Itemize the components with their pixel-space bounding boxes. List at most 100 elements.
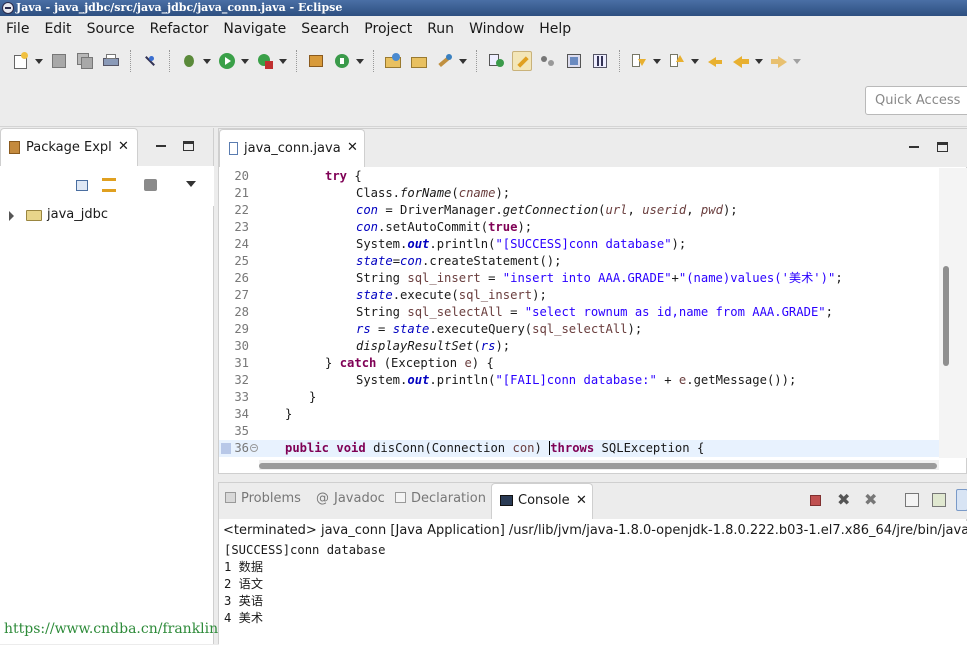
open-type-icon[interactable]	[383, 51, 403, 71]
collapse-all-icon[interactable]	[76, 180, 88, 191]
toggle-ant-mark-icon[interactable]	[486, 51, 506, 71]
minimize-icon[interactable]	[909, 146, 919, 148]
remove-all-terminated-icon[interactable]: ✖	[864, 492, 878, 508]
tab-declaration[interactable]: Declaration	[395, 491, 486, 506]
tab-java-conn[interactable]: java_conn.java ✕	[219, 129, 365, 167]
back-icon[interactable]	[731, 51, 751, 71]
console-line: 4 美术	[224, 611, 264, 625]
editor-horizontal-scrollbar[interactable]	[259, 460, 939, 470]
console-line: [SUCCESS]conn database	[224, 543, 386, 557]
maximize-icon[interactable]	[183, 141, 194, 151]
previous-annotation-icon[interactable]	[667, 51, 687, 71]
last-edit-location-icon[interactable]	[705, 51, 725, 71]
external-tools-icon[interactable]	[255, 51, 275, 71]
code-line: 24 System.out.println("[SUCCESS]conn data…	[234, 237, 687, 251]
debug-icon[interactable]	[179, 51, 199, 71]
code-line: 35	[234, 424, 249, 438]
code-line: 28 String sql_selectAll = "select rownum …	[234, 305, 833, 319]
menu-navigate[interactable]: Navigate	[223, 21, 286, 37]
code-line: 21 Class.forName(cname);	[234, 186, 511, 200]
run-dropdown-icon[interactable]	[240, 51, 250, 71]
save-all-icon[interactable]	[75, 51, 95, 71]
maximize-icon[interactable]	[937, 142, 948, 152]
link-with-editor-icon[interactable]	[102, 178, 116, 192]
editor-tab-row: java_conn.java ✕	[219, 129, 967, 167]
new-class-dropdown-icon[interactable]	[355, 51, 365, 71]
tab-javadoc[interactable]: @ Javadoc	[316, 491, 385, 506]
debug-dropdown-icon[interactable]	[202, 51, 212, 71]
code-line: 33}	[234, 390, 317, 404]
editor-vertical-scrollbar[interactable]	[939, 168, 967, 458]
new-java-class-icon[interactable]	[332, 51, 352, 71]
tab-problems[interactable]: Problems	[225, 491, 301, 506]
view-menu-icon[interactable]	[186, 181, 196, 187]
code-editor[interactable]: 20 try { 21 Class.forName(cname); 22 con = …	[219, 168, 939, 458]
skip-breakpoints-icon[interactable]	[140, 51, 160, 71]
next-annotation-dropdown-icon[interactable]	[652, 51, 662, 71]
search-dropdown-icon[interactable]	[458, 51, 468, 71]
console-terminated-label: <terminated> java_conn [Java Application…	[223, 523, 967, 538]
block-selection-icon[interactable]	[564, 51, 584, 71]
at-icon: @	[316, 491, 329, 506]
close-icon[interactable]: ✕	[576, 493, 587, 508]
close-icon[interactable]: ✕	[347, 140, 358, 155]
pin-console-icon[interactable]	[956, 489, 967, 511]
toolbar-separator	[296, 50, 297, 72]
main-toolbar	[0, 44, 967, 78]
menu-run[interactable]: Run	[427, 21, 454, 37]
close-icon[interactable]: ✕	[118, 139, 129, 154]
run-icon[interactable]	[217, 51, 237, 71]
save-icon[interactable]	[49, 51, 69, 71]
tab-console[interactable]: Console ✕	[491, 483, 593, 519]
external-tools-dropdown-icon[interactable]	[278, 51, 288, 71]
menu-edit[interactable]: Edit	[44, 21, 71, 37]
scrollbar-thumb[interactable]	[943, 266, 949, 366]
console-icon	[500, 495, 513, 506]
toggle-highlight-icon[interactable]	[512, 51, 532, 71]
search-tool-icon[interactable]	[435, 51, 455, 71]
menu-file[interactable]: File	[6, 21, 29, 37]
menu-search[interactable]: Search	[301, 21, 349, 37]
scroll-lock-icon[interactable]	[932, 493, 946, 507]
scrollbar-thumb[interactable]	[259, 463, 937, 469]
java-file-icon	[229, 142, 238, 155]
new-dropdown-icon[interactable]	[34, 51, 44, 71]
toolbar-separator	[619, 50, 620, 72]
forward-icon[interactable]	[769, 51, 789, 71]
project-tree: java_jdbc	[0, 206, 214, 226]
remove-launch-icon[interactable]: ✖	[837, 492, 851, 508]
expand-arrow-icon[interactable]	[9, 211, 14, 221]
menu-project[interactable]: Project	[364, 21, 412, 37]
pilcrow-icon[interactable]	[590, 51, 610, 71]
fold-toggle-icon[interactable]: −	[250, 444, 258, 452]
declaration-icon	[395, 492, 406, 503]
quick-access-field[interactable]: Quick Access	[865, 86, 967, 115]
tab-package-explorer[interactable]: Package Expl ✕	[0, 128, 138, 166]
code-line: 31} catch (Exception e) {	[234, 356, 494, 370]
package-explorer-icon	[9, 141, 20, 154]
print-icon[interactable]	[101, 51, 121, 71]
new-icon[interactable]	[11, 51, 31, 71]
next-annotation-icon[interactable]	[629, 51, 649, 71]
menu-refactor[interactable]: Refactor	[150, 21, 209, 37]
clear-console-icon[interactable]	[905, 493, 919, 507]
window-title-bar: Java - java_jdbc/src/java_jdbc/java_conn…	[0, 0, 967, 16]
console-line: 1 数据	[224, 560, 264, 574]
tree-item-java-jdbc[interactable]: java_jdbc	[0, 206, 214, 226]
previous-annotation-dropdown-icon[interactable]	[690, 51, 700, 71]
back-dropdown-icon[interactable]	[754, 51, 764, 71]
editor-area: java_conn.java ✕ 20 try { 21 Class.forName…	[218, 128, 967, 474]
menu-window[interactable]: Window	[469, 21, 524, 37]
open-folder-icon[interactable]	[409, 51, 429, 71]
show-whitespace-icon[interactable]	[538, 51, 558, 71]
menu-help[interactable]: Help	[539, 21, 571, 37]
terminate-icon[interactable]	[810, 495, 821, 506]
package-explorer-tab-label: Package Expl	[26, 140, 112, 155]
minimize-icon[interactable]	[156, 145, 166, 147]
console-output[interactable]: <terminated> java_conn [Java Application…	[219, 521, 967, 645]
new-java-package-icon[interactable]	[306, 51, 326, 71]
forward-dropdown-icon[interactable]	[792, 51, 802, 71]
focus-on-active-task-icon[interactable]	[144, 179, 157, 191]
menu-source[interactable]: Source	[87, 21, 135, 37]
menu-bar: File Edit Source Refactor Navigate Searc…	[0, 16, 967, 42]
